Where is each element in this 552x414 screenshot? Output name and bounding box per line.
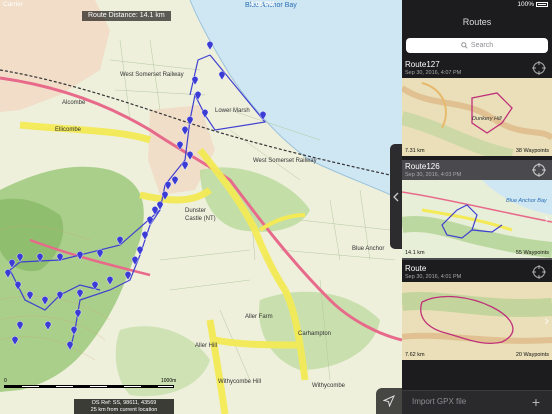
waypoint-pin-icon[interactable] xyxy=(194,91,202,101)
waypoint-pin-icon[interactable] xyxy=(70,326,78,336)
chevron-left-icon xyxy=(393,192,399,201)
route-row-route126[interactable]: Route126 Sep 30, 2016, 4:03 PM Blue Anch… xyxy=(402,160,552,260)
route-waypoints: 38 Waypoints xyxy=(515,148,549,154)
routes-sidebar: Routes Search Route127 Sep 30, 2016, 4:0… xyxy=(402,0,552,414)
os-ref-distance: 25 km from current location xyxy=(90,407,158,413)
waypoint-pin-icon[interactable] xyxy=(218,71,226,81)
route-date: Sep 30, 2016, 4:07 PM xyxy=(405,70,462,76)
waypoint-pin-icon[interactable] xyxy=(131,256,139,266)
crosshair-icon[interactable] xyxy=(532,61,546,75)
waypoint-pin-icon[interactable] xyxy=(8,259,16,269)
route-row-route[interactable]: Route Sep 30, 2016, 4:01 PM › 7.62 km 20… xyxy=(402,262,552,362)
route-row-route127[interactable]: Route127 Sep 30, 2016, 4:07 PM Dunkery H… xyxy=(402,58,552,158)
waypoint-pin-icon[interactable] xyxy=(191,76,199,86)
waypoint-pin-icon[interactable] xyxy=(16,321,24,331)
crosshair-icon[interactable] xyxy=(532,163,546,177)
waypoint-pin-icon[interactable] xyxy=(4,269,12,279)
route-thumbnail: Blue Anchor Bay › 14.1 km 55 Waypoints xyxy=(402,180,552,258)
waypoint-pin-icon[interactable] xyxy=(76,251,84,261)
route-date: Sep 30, 2016, 4:03 PM xyxy=(405,172,462,178)
waypoint-pin-icon[interactable] xyxy=(201,109,209,119)
route-date: Sep 30, 2016, 4:01 PM xyxy=(405,274,462,280)
waypoint-pin-icon[interactable] xyxy=(186,151,194,161)
waypoint-pin-icon[interactable] xyxy=(181,161,189,171)
battery-percent: 100% xyxy=(517,1,534,8)
waypoint-pin-icon[interactable] xyxy=(26,291,34,301)
sidebar-footer: Import GPX file + xyxy=(402,390,552,414)
waypoint-pin-icon[interactable] xyxy=(16,253,24,263)
waypoint-pin-icon[interactable] xyxy=(151,206,159,216)
route-name: Route127 xyxy=(405,60,440,69)
waypoint-pin-icon[interactable] xyxy=(66,341,74,351)
waypoint-pin-icon[interactable] xyxy=(206,41,214,51)
waypoint-pin-icon[interactable] xyxy=(36,253,44,263)
scale-bar: 0 1000m xyxy=(4,378,179,390)
waypoint-pin-icon[interactable] xyxy=(164,181,172,191)
location-arrow-icon xyxy=(383,395,395,407)
waypoint-pin-icon[interactable] xyxy=(44,321,52,331)
waypoint-pin-icon[interactable] xyxy=(141,231,149,241)
thumb-label: Blue Anchor Bay xyxy=(506,198,547,204)
route-thumbnail: Dunkery Hill 7.31 km 38 Waypoints xyxy=(402,78,552,156)
waypoint-pin-icon[interactable] xyxy=(11,336,19,346)
battery-icon xyxy=(536,1,548,7)
locate-button[interactable] xyxy=(376,388,402,414)
route-waypoints: 55 Waypoints xyxy=(515,250,549,256)
status-bar: Carrier 4:08 PM 100% xyxy=(0,0,552,10)
waypoint-pin-icon[interactable] xyxy=(76,289,84,299)
waypoint-pin-icon[interactable] xyxy=(124,271,132,281)
waypoint-pin-icon[interactable] xyxy=(161,191,169,201)
battery-indicator: 100% xyxy=(517,1,548,8)
os-reference-panel: OS Ref: SS, 98611, 43569 25 km from curr… xyxy=(74,399,174,414)
route-distance: 14.1 km xyxy=(405,250,425,256)
scale-end-label: 1000m xyxy=(161,378,177,384)
route-thumbnail-map xyxy=(402,282,552,360)
sidebar-title: Routes xyxy=(462,17,492,27)
waypoint-pin-icon[interactable] xyxy=(14,281,22,291)
search-placeholder: Search xyxy=(470,42,494,49)
route-waypoints: 20 Waypoints xyxy=(515,352,549,358)
route-thumbnail-map xyxy=(402,180,552,258)
waypoint-pin-icon[interactable] xyxy=(186,116,194,126)
search-input[interactable]: Search xyxy=(406,38,548,53)
route-distance-label: Route Distance: 14.1 km xyxy=(82,11,171,21)
waypoint-pin-icon[interactable] xyxy=(181,126,189,136)
clock: 4:08 PM xyxy=(250,1,275,8)
chevron-right-icon: › xyxy=(544,210,549,226)
waypoint-pin-icon[interactable] xyxy=(176,141,184,151)
route-distance: 7.62 km xyxy=(405,352,425,358)
crosshair-icon[interactable] xyxy=(532,265,546,279)
import-gpx-button[interactable]: Import GPX file xyxy=(412,397,466,406)
waypoint-pin-icon[interactable] xyxy=(146,216,154,226)
scale-bar-graphic xyxy=(4,385,174,388)
scale-zero-label: 0 xyxy=(4,378,7,384)
waypoint-pin-icon[interactable] xyxy=(116,236,124,246)
waypoint-pin-icon[interactable] xyxy=(259,111,267,121)
waypoint-pin-icon[interactable] xyxy=(136,246,144,256)
carrier-label: Carrier xyxy=(3,1,23,8)
app-window: Blue Anchor Bay West Somerset Railway We… xyxy=(0,0,552,414)
map-view[interactable]: Blue Anchor Bay West Somerset Railway We… xyxy=(0,0,402,414)
route-distance: 7.31 km xyxy=(405,148,425,154)
add-route-button[interactable]: + xyxy=(528,394,544,410)
search-icon xyxy=(461,41,468,49)
waypoint-pin-icon[interactable] xyxy=(56,253,64,263)
waypoint-pin-icon[interactable] xyxy=(91,281,99,291)
collapse-sidebar-tab[interactable] xyxy=(390,144,402,249)
waypoint-pin-icon[interactable] xyxy=(106,276,114,286)
route-name: Route126 xyxy=(405,162,440,171)
route-thumbnail: › 7.62 km 20 Waypoints xyxy=(402,282,552,360)
waypoint-pin-icon[interactable] xyxy=(41,296,49,306)
waypoint-layer xyxy=(4,41,267,351)
route-name: Route xyxy=(405,264,427,273)
thumb-label: Dunkery Hill xyxy=(472,116,502,122)
waypoint-pin-icon[interactable] xyxy=(74,309,82,319)
waypoint-pin-icon[interactable] xyxy=(171,176,179,186)
waypoint-pin-icon[interactable] xyxy=(56,291,64,301)
os-ref-coordinates: OS Ref: SS, 98611, 43569 xyxy=(91,400,157,406)
waypoint-pin-icon[interactable] xyxy=(96,249,104,259)
chevron-right-icon: › xyxy=(544,312,549,328)
